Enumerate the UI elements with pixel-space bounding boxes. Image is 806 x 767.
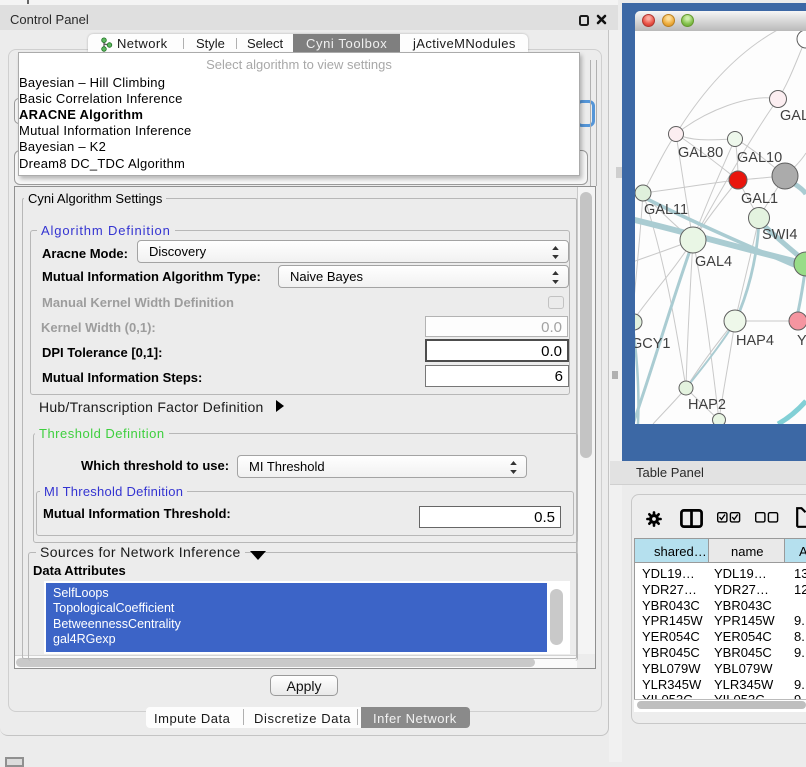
svg-text:HAP4: HAP4 [736,333,774,349]
svg-text:Y: Y [797,333,806,349]
svg-text:SWI4: SWI4 [762,227,797,243]
svg-text:HAP2: HAP2 [688,397,726,413]
svg-text:GAL: GAL [780,108,806,124]
svg-text:GAL4: GAL4 [695,254,732,270]
svg-text:GAL1: GAL1 [741,191,778,207]
svg-text:GAL11: GAL11 [644,202,688,218]
svg-text:GAL10: GAL10 [737,150,782,166]
svg-text:GAL80: GAL80 [678,145,723,161]
svg-text:GCY1: GCY1 [635,336,671,352]
